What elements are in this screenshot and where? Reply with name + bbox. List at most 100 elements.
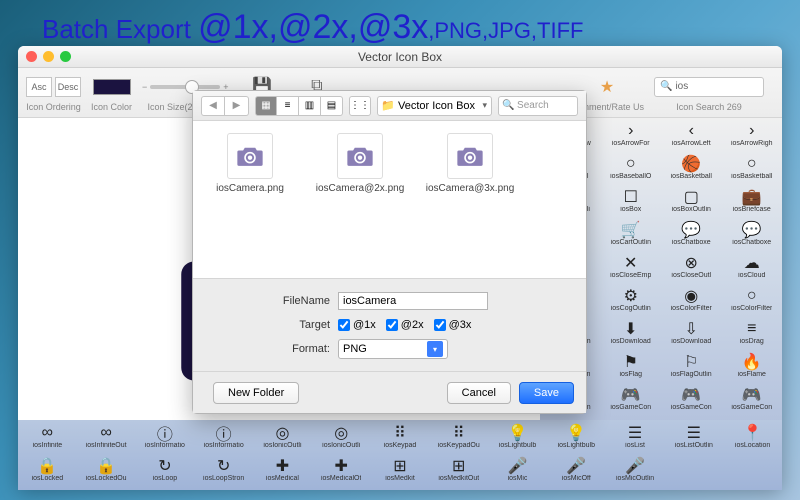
target-1x-checkbox[interactable]: @1x — [338, 319, 376, 331]
icon-size-slider[interactable] — [150, 85, 220, 89]
grid-icon-label: iosLightbulb — [558, 442, 595, 449]
view-column-button[interactable]: ▥ — [299, 96, 321, 116]
icon-cell[interactable]: 💡iosLightbulb — [488, 420, 547, 453]
icon-cell[interactable]: ⚐iosFlagOutlin — [661, 349, 722, 382]
icon-cell[interactable]: 🎮iosGameCon — [661, 382, 722, 415]
icon-cell[interactable]: 📍iosLocation — [723, 420, 782, 453]
icon-cell[interactable]: ⓘiosInformatio — [194, 420, 253, 453]
icon-cell[interactable]: ⇩iosDownload — [661, 316, 722, 349]
icon-cell[interactable]: 🎤iosMicOutlin — [606, 453, 665, 486]
icon-search-input[interactable]: 🔍ios — [654, 77, 764, 97]
icon-cell[interactable]: ⊞iosMedkitOut — [429, 453, 488, 486]
grid-icon-label: iosList — [625, 442, 645, 449]
icon-cell[interactable]: ○iosColorFilter — [722, 283, 783, 316]
icon-cell[interactable]: ›iosArrowFor — [601, 118, 662, 151]
icon-cell[interactable]: ↻iosLoop — [136, 453, 195, 486]
icon-cell[interactable]: ›iosArrowRigh — [722, 118, 783, 151]
grid-icon-label: iosBaseballO — [610, 173, 651, 180]
icon-cell[interactable]: 🎤iosMicOff — [547, 453, 606, 486]
icon-cell[interactable]: ☁iosCloud — [722, 250, 783, 283]
icon-cell[interactable]: ∞iosInfinite — [18, 420, 77, 453]
icon-cell[interactable]: ☐iosBox — [601, 184, 662, 217]
file-item[interactable]: iosCamera@2x.png — [315, 133, 405, 194]
icon-cell[interactable]: 💬iosChatboxe — [722, 217, 783, 250]
target-2x-checkbox[interactable]: @2x — [386, 319, 424, 331]
grid-icon: ◎ — [271, 424, 293, 442]
icon-cell[interactable]: ⚑iosFlag — [601, 349, 662, 382]
filename-input[interactable] — [338, 292, 488, 310]
icon-cell[interactable]: 🏀iosBasketball — [661, 151, 722, 184]
icon-cell[interactable]: ☰iosListOutlin — [664, 420, 723, 453]
view-coverflow-button[interactable]: ▤ — [321, 96, 343, 116]
icon-cell[interactable]: ○iosBaseballO — [601, 151, 662, 184]
grid-icon: 🎮 — [620, 386, 642, 404]
rate-icon[interactable]: ★ — [596, 76, 618, 98]
nav-back-button[interactable]: ◀ — [201, 96, 225, 116]
icon-cell[interactable]: ☰iosList — [606, 420, 665, 453]
icon-cell[interactable]: ‹iosArrowLeft — [661, 118, 722, 151]
icon-cell[interactable]: 🎮iosGameCon — [601, 382, 662, 415]
save-sheet: ◀ ▶ ▦ ≡ ▥ ▤ ⋮⋮ Vector Icon Box Search io… — [192, 90, 587, 414]
icon-cell[interactable]: ⓘiosInformatio — [136, 420, 195, 453]
icon-cell[interactable]: 🎤iosMic — [488, 453, 547, 486]
icon-cell[interactable]: ↻iosLoopStron — [194, 453, 253, 486]
icon-cell[interactable]: 💡iosLightbulb — [547, 420, 606, 453]
icon-cell[interactable]: ○iosBasketball — [722, 151, 783, 184]
window-title: Vector Icon Box — [18, 50, 782, 64]
grid-icon-label: iosBasketball — [671, 173, 712, 180]
icon-cell[interactable]: ◎iosIonicOutli — [312, 420, 371, 453]
target-3x-checkbox[interactable]: @3x — [434, 319, 472, 331]
icon-color-well[interactable] — [93, 79, 131, 95]
icon-cell[interactable] — [664, 453, 723, 486]
icon-cell[interactable]: ▢iosBoxOutlin — [661, 184, 722, 217]
grid-icon: ↻ — [213, 457, 235, 475]
save-button[interactable]: Save — [519, 382, 574, 404]
icon-cell[interactable]: ⚙iosCogOutlin — [601, 283, 662, 316]
file-item[interactable]: iosCamera@3x.png — [425, 133, 515, 194]
grid-icon-label: iosMedkitOut — [438, 475, 479, 482]
grid-icon-label: iosBox — [620, 206, 641, 213]
file-item[interactable]: iosCamera.png — [205, 133, 295, 194]
sheet-toolbar: ◀ ▶ ▦ ≡ ▥ ▤ ⋮⋮ Vector Icon Box Search — [193, 91, 586, 121]
icon-cell[interactable]: 💬iosChatboxe — [661, 217, 722, 250]
icon-cell[interactable]: ≡iosDrag — [722, 316, 783, 349]
cancel-button[interactable]: Cancel — [447, 382, 511, 404]
folder-popup[interactable]: Vector Icon Box — [377, 96, 492, 116]
icon-cell[interactable]: ◎iosIonicOutli — [253, 420, 312, 453]
color-label: Icon Color — [91, 102, 132, 112]
icon-cell[interactable]: ✚iosMedical — [253, 453, 312, 486]
bottom-icon-strip[interactable]: ∞iosInfinite∞iosInfiniteOutⓘiosInformati… — [18, 420, 782, 490]
grid-icon — [742, 457, 764, 475]
format-select[interactable]: PNG▾ — [338, 339, 448, 359]
arrange-button[interactable]: ⋮⋮ — [349, 96, 371, 116]
view-icon-button[interactable]: ▦ — [255, 96, 277, 116]
icon-cell[interactable]: ✚iosMedicalOt — [312, 453, 371, 486]
icon-cell[interactable]: ⠿iosKeypadOu — [429, 420, 488, 453]
icon-cell[interactable]: ✕iosCloseEmp — [601, 250, 662, 283]
icon-cell[interactable]: ⠿iosKeypad — [371, 420, 430, 453]
icon-cell[interactable]: 🎮iosGameCon — [722, 382, 783, 415]
icon-cell[interactable]: 🔒iosLockedOu — [77, 453, 136, 486]
icon-cell[interactable]: ⊞iosMedkit — [371, 453, 430, 486]
grid-icon: › — [620, 122, 642, 140]
icon-cell[interactable] — [723, 453, 782, 486]
icon-cell[interactable]: ∞iosInfiniteOut — [77, 420, 136, 453]
nav-forward-button[interactable]: ▶ — [225, 96, 249, 116]
sheet-search-input[interactable]: Search — [498, 96, 578, 116]
grid-icon: ☰ — [683, 424, 705, 442]
grid-icon-label: iosArrowRigh — [731, 140, 773, 147]
icon-cell[interactable]: 💼iosBriefcase — [722, 184, 783, 217]
icon-cell[interactable]: 🔥iosFlame — [722, 349, 783, 382]
grid-icon: 🎤 — [624, 457, 646, 475]
icon-cell[interactable]: ◉iosColorFilter — [661, 283, 722, 316]
file-browser[interactable]: iosCamera.png iosCamera@2x.png iosCamera… — [193, 121, 586, 278]
grid-icon: ⚙ — [620, 287, 642, 305]
new-folder-button[interactable]: New Folder — [213, 382, 299, 404]
order-asc-button[interactable]: Asc — [26, 77, 52, 97]
icon-cell[interactable]: 🔒iosLocked — [18, 453, 77, 486]
icon-cell[interactable]: ⬇iosDownload — [601, 316, 662, 349]
order-desc-button[interactable]: Desc — [55, 77, 81, 97]
view-list-button[interactable]: ≡ — [277, 96, 299, 116]
icon-cell[interactable]: ⊗iosCloseOutl — [661, 250, 722, 283]
icon-cell[interactable]: 🛒iosCartOutlin — [601, 217, 662, 250]
